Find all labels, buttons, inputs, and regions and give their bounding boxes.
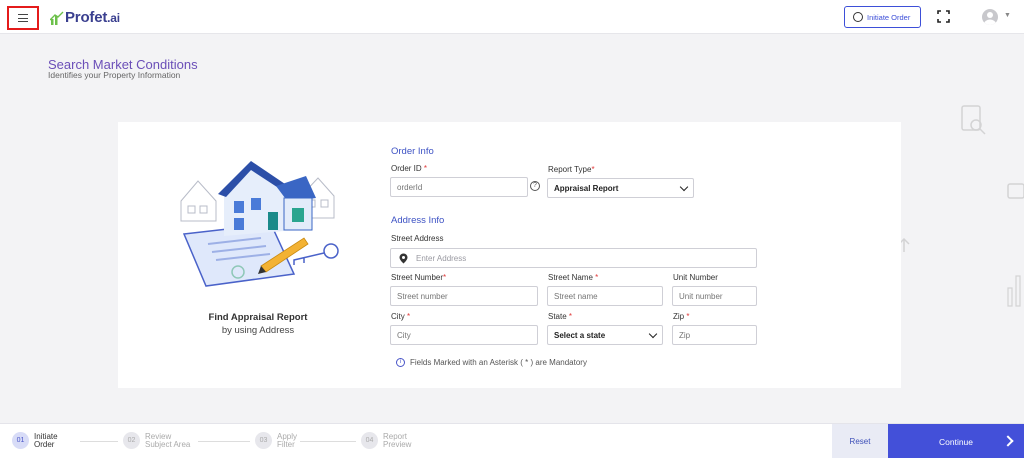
street-number-label: Street Number* — [391, 273, 447, 282]
step-review-subject-area[interactable]: 02 Review Subject Area — [123, 432, 205, 449]
zip-label: Zip * — [673, 312, 690, 321]
help-icon[interactable]: ? — [530, 181, 540, 191]
initiate-order-button[interactable]: Initiate Order — [844, 6, 921, 28]
continue-label: Continue — [938, 436, 974, 447]
illustration-title: Find Appraisal Report — [208, 312, 308, 323]
logo-text: Profet.ai — [65, 9, 120, 26]
chart-bars-icon — [1007, 275, 1021, 307]
step-label: Initiate Order — [34, 431, 58, 449]
state-select[interactable]: Select a state — [547, 325, 663, 345]
top-bar: Profet.ai Initiate Order ▼ — [0, 0, 1024, 34]
step-number: 02 — [123, 432, 140, 449]
chevron-down-icon — [648, 329, 658, 338]
step-label: Apply Filter — [277, 431, 298, 449]
page-subtitle: Identifies your Property Information — [48, 70, 181, 80]
city-label: City * — [391, 312, 411, 321]
chevron-down-icon — [679, 182, 689, 191]
step-number: 01 — [12, 432, 29, 449]
location-pin-icon — [399, 253, 408, 263]
order-info-heading: Order Info — [391, 146, 434, 157]
street-number-input[interactable] — [390, 286, 538, 306]
unit-number-input[interactable] — [672, 286, 757, 306]
logo-chart-icon — [50, 11, 64, 25]
document-search-icon — [961, 105, 986, 135]
info-icon: i — [396, 358, 405, 367]
avatar[interactable] — [982, 9, 998, 25]
city-input[interactable] — [390, 325, 538, 345]
address-info-heading: Address Info — [391, 215, 445, 226]
zip-input[interactable] — [672, 325, 757, 345]
wallet-icon — [1007, 183, 1024, 199]
street-name-label: Street Name * — [548, 273, 599, 282]
fullscreen-icon[interactable] — [937, 10, 950, 23]
mandatory-note-text: Fields Marked with an Asterisk ( * ) are… — [410, 358, 587, 367]
search-icon — [853, 12, 863, 22]
street-address-input[interactable]: Enter Address — [390, 248, 757, 268]
step-report-preview[interactable]: 04 Report Preview — [361, 432, 443, 449]
report-type-value: Appraisal Report — [554, 183, 619, 193]
step-number: 03 — [255, 432, 272, 449]
step-label: Review Subject Area — [145, 431, 191, 449]
logo[interactable]: Profet.ai — [50, 9, 120, 26]
step-apply-filter[interactable]: 03 Apply Filter — [255, 432, 337, 449]
state-value: Select a state — [554, 330, 606, 340]
unit-number-label: Unit Number — [673, 273, 718, 282]
user-icon — [984, 12, 996, 25]
order-id-label: Order ID * — [391, 164, 428, 173]
illustration-subtitle: by using Address — [221, 325, 295, 336]
menu-button[interactable] — [7, 6, 39, 30]
step-number: 04 — [361, 432, 378, 449]
reset-button[interactable]: Reset — [832, 424, 888, 458]
mandatory-note: i Fields Marked with an Asterisk ( * ) a… — [396, 358, 587, 367]
street-name-input[interactable] — [547, 286, 663, 306]
footer-stepper: 01 Initiate Order 02 Review Subject Area 0… — [0, 423, 1024, 458]
hamburger-icon — [18, 14, 28, 22]
house-appraisal-illustration — [180, 161, 339, 287]
order-id-input[interactable] — [390, 177, 528, 197]
state-label: State * — [548, 312, 573, 321]
street-address-label: Street Address — [391, 234, 444, 243]
street-address-placeholder: Enter Address — [416, 253, 467, 263]
report-type-select[interactable]: Appraisal Report — [547, 178, 694, 198]
step-connector — [198, 441, 250, 442]
step-label: Report Preview — [383, 431, 412, 449]
step-initiate-order[interactable]: 01 Initiate Order — [12, 432, 94, 449]
report-type-label: Report Type* — [548, 165, 595, 174]
chevron-down-icon[interactable]: ▼ — [1004, 12, 1011, 19]
initiate-order-label: Initiate Order — [867, 12, 911, 22]
